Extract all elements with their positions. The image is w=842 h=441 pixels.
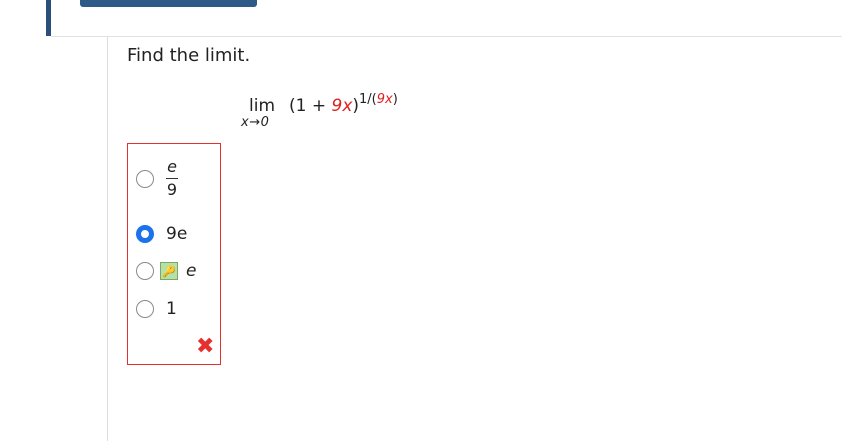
option-label: 9e (166, 224, 187, 244)
option-label-1: 1 (166, 299, 177, 319)
option-e[interactable]: 🔑 e (136, 261, 196, 281)
fraction-numerator: e (167, 157, 177, 176)
answer-options: e 9 9e 🔑 e 1 ✖ (127, 143, 221, 365)
fraction-denominator: 9 (166, 180, 178, 199)
fraction-bar (166, 178, 178, 179)
left-accent-bar (46, 0, 51, 36)
x-mark-icon: ✖ (196, 334, 215, 359)
limit-coefficient: 9x (331, 96, 353, 116)
top-tab (80, 0, 257, 7)
lim-word: lim (249, 96, 276, 116)
exp-suffix: ) (392, 92, 398, 107)
option-label-e: e (186, 261, 197, 281)
limit-open: (1 + (289, 96, 332, 116)
option-9e[interactable]: 9e (136, 224, 187, 244)
limit-body: (1 + 9x)1/(9x) (289, 92, 398, 116)
option-e-over-9[interactable]: e 9 (136, 158, 178, 199)
radio-option-4[interactable] (136, 300, 154, 318)
question-prompt: Find the limit. (127, 45, 251, 66)
option-1[interactable]: 1 (136, 299, 177, 319)
content-border (107, 37, 108, 441)
option-label-9e: 9e (166, 224, 188, 244)
radio-option-3[interactable] (136, 262, 154, 280)
radio-option-1[interactable] (136, 169, 154, 188)
limit-exponent: 1/(9x) (359, 92, 398, 107)
divider (51, 36, 842, 37)
exp-prefix: 1/( (359, 92, 377, 107)
key-icon: 🔑 (160, 262, 178, 280)
exp-inner: 9x (376, 92, 393, 107)
radio-option-2[interactable] (136, 225, 154, 243)
fraction: e 9 (166, 158, 178, 199)
lim-subscript: x→0 (241, 115, 270, 130)
